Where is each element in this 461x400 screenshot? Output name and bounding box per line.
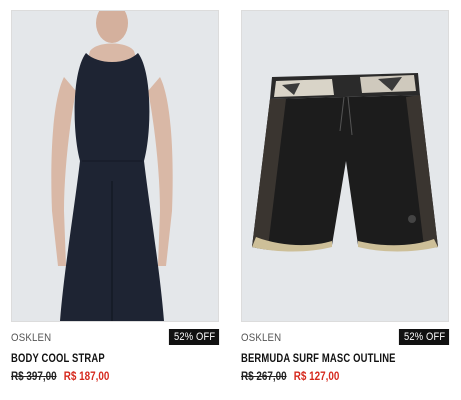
brand-name: OSKLEN xyxy=(241,332,282,344)
discount-badge: 52% OFF xyxy=(398,329,449,345)
discount-badge: 52% OFF xyxy=(168,329,219,345)
boardshorts-illustration xyxy=(242,11,448,321)
original-price: R$ 267,00 xyxy=(241,371,287,383)
product-name[interactable]: BODY COOL STRAP xyxy=(11,353,182,365)
original-price: R$ 397,00 xyxy=(11,371,57,383)
price-row: R$ 397,00 R$ 187,00 xyxy=(11,371,190,383)
jumpsuit-illustration xyxy=(12,11,218,321)
product-card[interactable]: OSKLEN 52% OFF BODY COOL STRAP R$ 397,00… xyxy=(11,10,219,383)
brand-name: OSKLEN xyxy=(11,332,52,344)
sale-price: R$ 127,00 xyxy=(293,371,340,383)
product-name[interactable]: BERMUDA SURF MASC OUTLINE xyxy=(241,353,412,365)
product-image[interactable] xyxy=(241,10,449,322)
price-row: R$ 267,00 R$ 127,00 xyxy=(241,371,420,383)
product-card[interactable]: OSKLEN 52% OFF BERMUDA SURF MASC OUTLINE… xyxy=(241,10,449,383)
sale-price: R$ 187,00 xyxy=(63,371,110,383)
product-image[interactable] xyxy=(11,10,219,322)
